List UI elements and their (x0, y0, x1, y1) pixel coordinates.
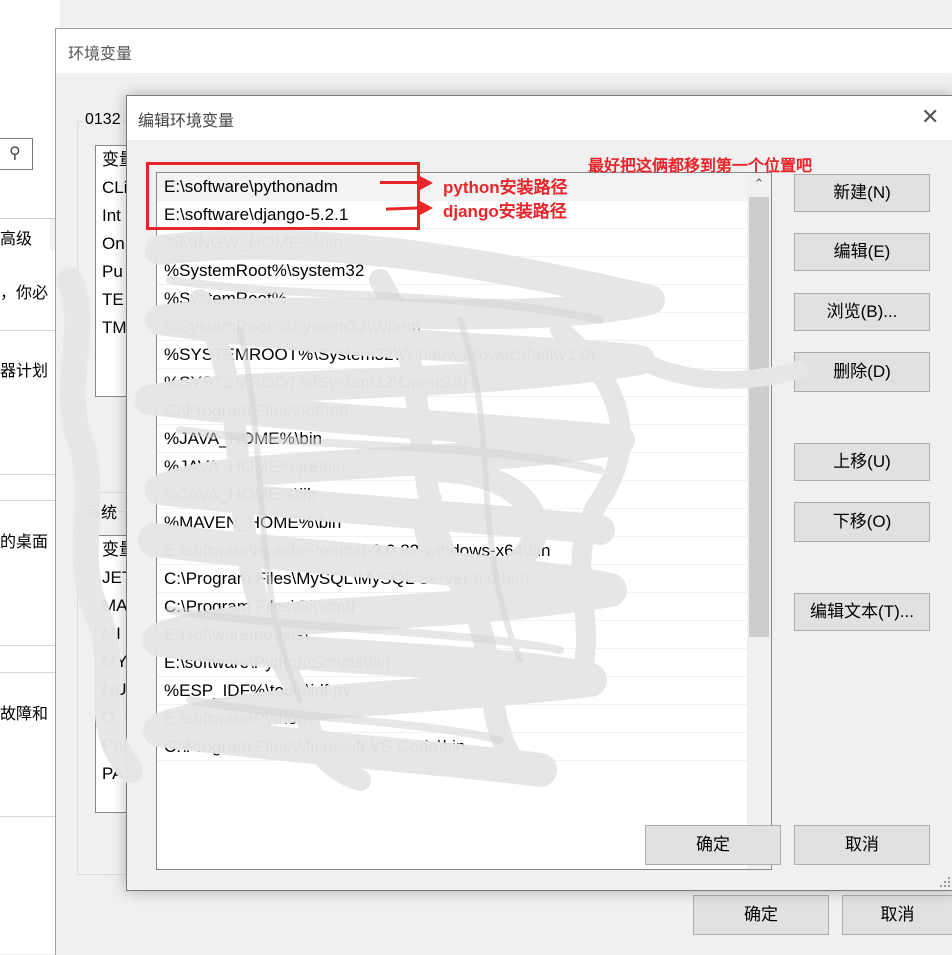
env-cancel-button[interactable]: 取消 (842, 895, 952, 935)
path-entry[interactable]: C:\Program Files\MySQL\MySQL Server 8.0\… (157, 565, 771, 593)
divider (0, 672, 56, 673)
arrow-right-icon (420, 201, 433, 215)
path-entry[interactable]: C:\Program Files\Git\cmd (157, 593, 771, 621)
resize-grip-icon[interactable] (940, 877, 950, 887)
text-fragment: ，你必 (0, 285, 49, 302)
text-fragment: 器计划 (0, 363, 49, 380)
path-entry[interactable]: %SystemRoot% (157, 285, 771, 313)
text-fragment: 故障和 (0, 706, 49, 723)
path-entry[interactable]: C:\Program Files\Microsoft VS Code\bin (157, 733, 771, 761)
path-entry[interactable]: %MAVEN_HOME%\bin (157, 509, 771, 537)
path-entry[interactable]: %JAVA_HOME%\jre\bin (157, 453, 771, 481)
path-entry[interactable]: %ESP_IDF%\tools\idf.py (157, 677, 771, 705)
search-icon: ⚲ (9, 145, 21, 162)
env-ok-button[interactable]: 确定 (693, 895, 829, 935)
vertical-scrollbar[interactable]: ⌃ ⌄ (747, 173, 771, 869)
ok-button[interactable]: 确定 (645, 825, 781, 865)
divider (0, 330, 56, 331)
system-properties-window: ⚲ 高级 ，你必 器计划 的桌面 故障和 (0, 0, 60, 954)
arrow-python-line (380, 181, 420, 184)
edit-text-button[interactable]: 编辑文本(T)... (794, 593, 930, 631)
path-entry[interactable]: %SYSTEMROOT%\System32\WindowsPowerShell\… (157, 341, 771, 369)
new-button[interactable]: 新建(N) (794, 174, 930, 212)
path-entry[interactable]: C:\Program Files\dotnet\ (157, 397, 771, 425)
arrow-right-icon (420, 176, 433, 190)
close-icon: ✕ (921, 104, 940, 129)
move-down-button[interactable]: 下移(O) (794, 502, 930, 542)
divider (0, 500, 56, 501)
dialog-title: 环境变量 (68, 46, 133, 63)
divider (0, 645, 56, 646)
cancel-button[interactable]: 取消 (794, 825, 930, 865)
path-entry[interactable]: %SystemRoot%\system32 (157, 257, 771, 285)
divider (0, 474, 56, 475)
divider (0, 816, 56, 817)
browse-button[interactable]: 浏览(B)... (794, 293, 930, 331)
scrollbar-thumb[interactable] (749, 197, 769, 637)
search-box[interactable]: ⚲ (0, 138, 33, 170)
close-button[interactable]: ✕ (905, 96, 952, 140)
path-entry[interactable]: E:\software\apache-tomcat-9.0.82-windows… (157, 537, 771, 565)
delete-button[interactable]: 删除(D) (794, 352, 930, 392)
tab-advanced[interactable]: 高级 (0, 218, 51, 251)
path-entries-list[interactable]: E:\software\pythonadm E:\software\django-… (156, 172, 772, 870)
dialog-titlebar: 环境变量 (56, 29, 952, 73)
path-entry[interactable]: %MINGW_HOME%\bin (157, 229, 771, 257)
text-fragment: 的桌面 (0, 534, 49, 551)
user-variables-group-label: 0132 (83, 111, 123, 129)
path-entry[interactable]: %SystemRoot%\System32\Wbem (157, 313, 771, 341)
move-up-button[interactable]: 上移(U) (794, 443, 930, 481)
dialog-title: 编辑环境变量 (138, 113, 235, 130)
system-variables-group-label: 系统 (83, 499, 120, 523)
path-entry[interactable]: %JAVA_HOME%\bin (157, 425, 771, 453)
path-entry[interactable]: E:\software\Python\ (157, 705, 771, 733)
dialog-titlebar: 编辑环境变量 ✕ (127, 96, 952, 140)
tab-advanced-label: 高级 (0, 231, 33, 248)
path-entry[interactable]: E:\software\nodejs\ (157, 621, 771, 649)
path-entry[interactable]: %JAVA_HOME%\lib (157, 481, 771, 509)
python-path-annotation: python安装路径 (443, 178, 568, 197)
edit-button[interactable]: 编辑(E) (794, 233, 930, 271)
scroll-up-icon[interactable]: ⌃ (747, 173, 771, 195)
django-path-annotation: django安装路径 (443, 202, 567, 221)
path-entry[interactable]: E:\software\Python\Scripts\bin (157, 649, 771, 677)
move-to-top-note: 最好把这俩都移到第一个位置吧 (588, 158, 813, 175)
path-entry[interactable]: %SYSTEMROOT%\System32\OpenSSH\ (157, 369, 771, 397)
